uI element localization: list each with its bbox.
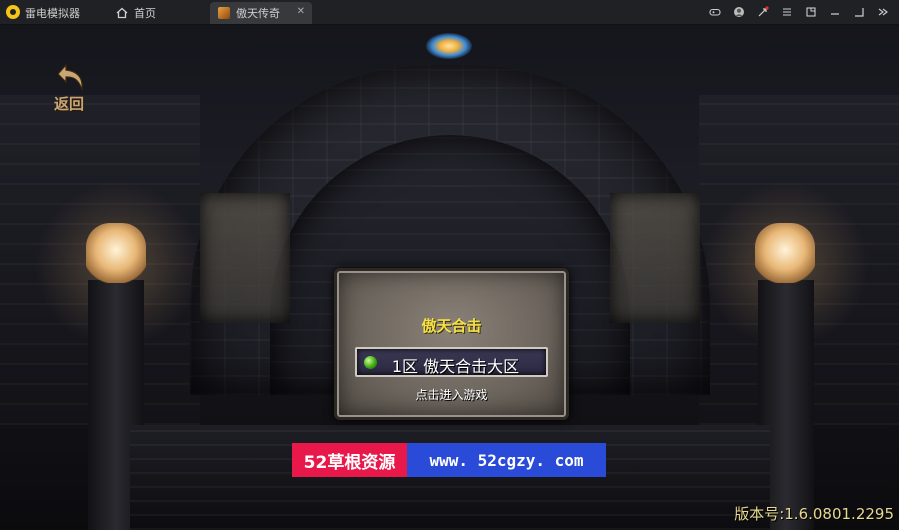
lamp-left xyxy=(86,223,146,283)
server-item-1[interactable]: 1区 傲天合击大区 xyxy=(355,347,548,377)
stone-panel-right xyxy=(610,193,700,323)
app-name: 雷电模拟器 xyxy=(25,7,80,20)
mail-icon[interactable] xyxy=(751,3,775,21)
watermark-banner: 52草根资源 www. 52cgzy. com xyxy=(292,443,606,477)
stone-panel-left xyxy=(200,193,290,323)
window-controls xyxy=(703,3,895,21)
game-tab-icon xyxy=(218,7,230,19)
version-label: 版本号:1.6.0801.2295 xyxy=(734,505,894,523)
enter-game-link[interactable]: 点击进入游戏 xyxy=(337,386,566,403)
crystal-orb xyxy=(426,33,472,59)
back-label: 返回 xyxy=(54,95,85,113)
lamp-right xyxy=(755,223,815,283)
menu-icon[interactable] xyxy=(775,3,799,21)
tab-game[interactable]: 傲天传奇 ✕ xyxy=(210,2,312,24)
home-icon xyxy=(116,7,128,19)
tab-label: 傲天传奇 xyxy=(236,7,280,20)
back-button[interactable]: 返回 xyxy=(52,63,92,113)
minimize-icon[interactable] xyxy=(823,3,847,21)
close-tab-icon[interactable]: ✕ xyxy=(297,6,305,17)
maximize-icon[interactable] xyxy=(847,3,871,21)
title-bar: 雷电模拟器 首页 傲天传奇 ✕ xyxy=(0,0,899,25)
temple-steps xyxy=(130,425,770,530)
app-logo-icon xyxy=(6,5,20,19)
avatar-icon[interactable] xyxy=(727,3,751,21)
dialog-title: 傲天合击 xyxy=(421,317,482,335)
tab-home[interactable]: 首页 xyxy=(108,2,204,24)
server-dialog: 傲天合击 1区 傲天合击大区 点击进入游戏 xyxy=(334,268,569,420)
collapse-icon[interactable] xyxy=(871,3,895,21)
watermark-site-name: 52草根资源 xyxy=(292,443,407,477)
game-viewport[interactable]: 返回 傲天合击 1区 傲天合击大区 点击进入游戏 52草根资源 www. 52c… xyxy=(0,25,899,530)
tab-label: 首页 xyxy=(134,7,156,20)
server-name: 1区 傲天合击大区 xyxy=(391,357,520,376)
back-arrow-icon xyxy=(57,63,83,91)
restore-icon[interactable] xyxy=(799,3,823,21)
watermark-url: www. 52cgzy. com xyxy=(407,443,606,477)
gamepad-icon[interactable] xyxy=(703,3,727,21)
